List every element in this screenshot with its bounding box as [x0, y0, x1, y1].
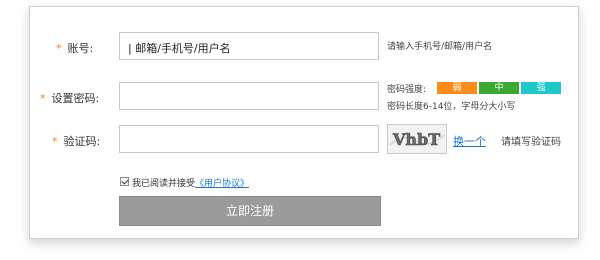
strength-weak: 弱 — [437, 82, 477, 94]
required-mark: * — [56, 42, 62, 55]
captcha-image[interactable]: VhbT — [387, 124, 447, 154]
agreement-text: 我已阅读并接受《用户协议》 — [132, 176, 249, 189]
password-label: * 设置密码: — [40, 90, 99, 106]
captcha-refresh-link[interactable]: 换一个 — [453, 133, 486, 149]
required-mark: * — [52, 135, 58, 148]
captcha-text: VhbT — [392, 130, 440, 149]
captcha-input[interactable] — [119, 125, 379, 153]
password-strength-label: 密码强度: — [387, 85, 427, 95]
captcha-graphic: VhbT — [388, 125, 446, 153]
account-input[interactable]: | 邮箱/手机号/用户名 — [119, 32, 379, 60]
captcha-label-text: 验证码: — [63, 135, 101, 148]
account-input-value: | 邮箱/手机号/用户名 — [128, 42, 231, 55]
strength-strong: 强 — [521, 82, 561, 94]
agreement-checkbox[interactable] — [120, 177, 129, 186]
account-label: * 账号: — [56, 40, 93, 56]
register-button[interactable]: 立即注册 — [119, 196, 381, 226]
registration-form: * 账号: | 邮箱/手机号/用户名 请输入手机号/邮箱/用户名 * 设置密码: 密… — [29, 6, 579, 239]
agreement-label: 我已阅读并接受 — [132, 179, 196, 189]
account-hint: 请输入手机号/邮箱/用户名 — [387, 42, 493, 52]
captcha-hint: 请填写验证码 — [501, 137, 561, 148]
captcha-label: * 验证码: — [52, 133, 100, 149]
account-label-text: 账号: — [67, 42, 94, 55]
required-mark: * — [40, 92, 46, 105]
password-input[interactable] — [119, 82, 379, 110]
strength-medium: 中 — [479, 82, 519, 94]
password-label-text: 设置密码: — [51, 92, 100, 105]
password-length-hint: 密码长度6-14位，字母分大小写 — [387, 102, 516, 112]
user-agreement-link[interactable]: 《用户协议》 — [195, 179, 249, 189]
